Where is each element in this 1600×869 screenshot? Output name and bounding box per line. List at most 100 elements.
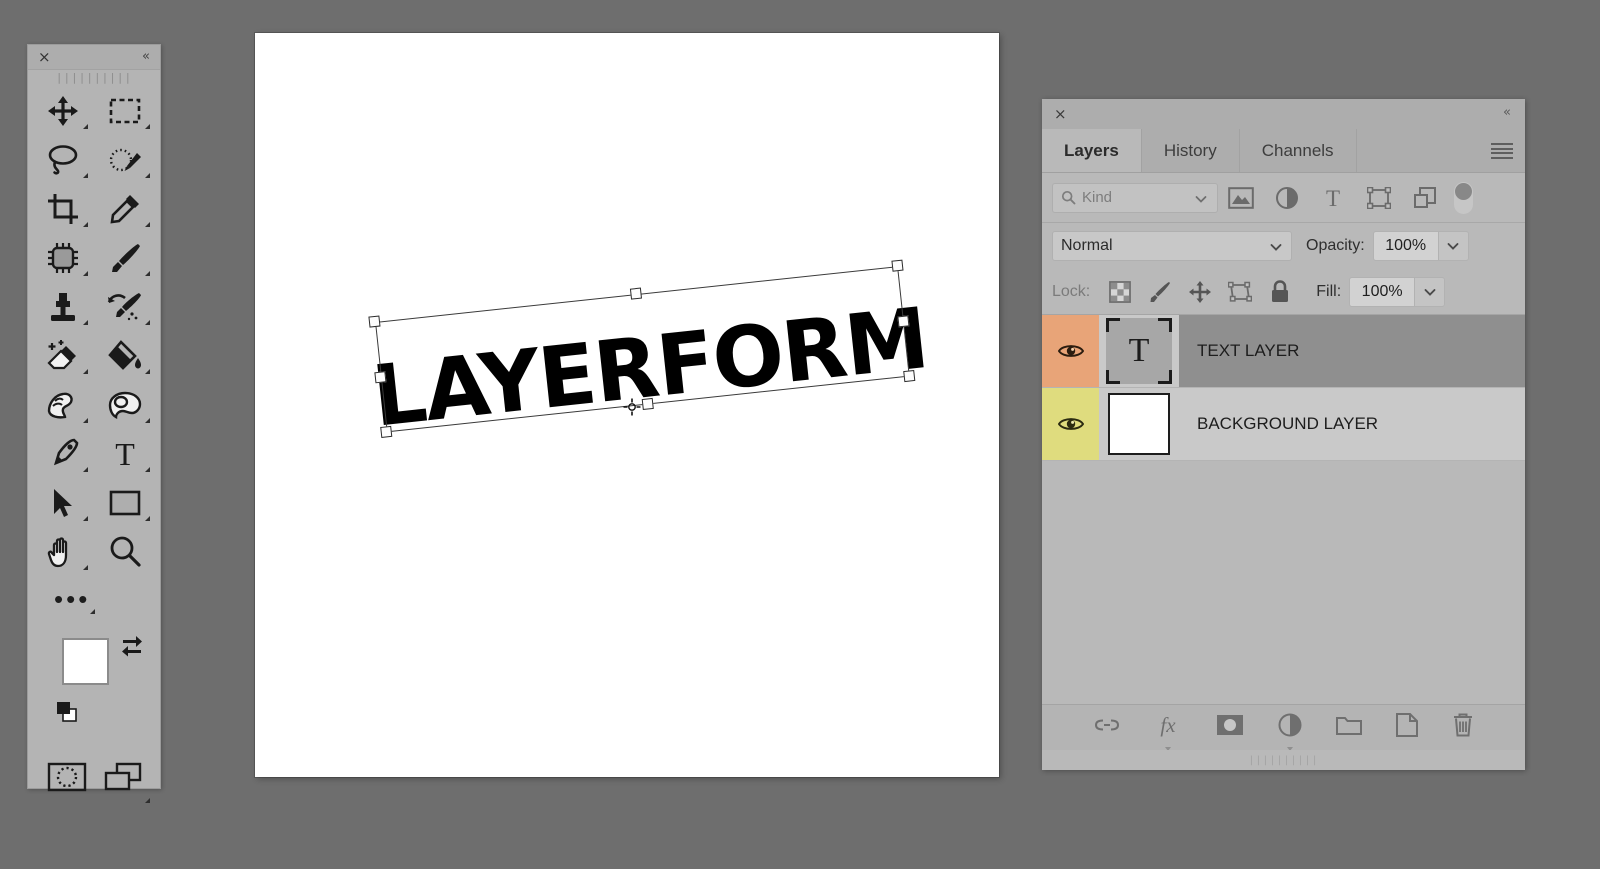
filter-adjustment-layers[interactable] (1264, 186, 1310, 210)
layer-name[interactable]: BACKGROUND LAYER (1179, 388, 1525, 460)
lock-icon (1272, 279, 1289, 302)
layer-name[interactable]: TEXT LAYER (1179, 315, 1525, 387)
text-layer-thumbnail: T (1106, 318, 1172, 384)
mask-icon (1216, 715, 1243, 735)
foreground-color-swatch[interactable] (62, 638, 109, 685)
blend-mode-select[interactable]: Normal (1052, 231, 1292, 261)
tool-overflow[interactable]: ••• (28, 576, 160, 622)
layer-thumbnail[interactable]: T (1099, 315, 1179, 387)
transform-handle-middle-right[interactable] (897, 314, 910, 327)
transform-handle-top-left[interactable] (368, 315, 381, 328)
zoom-tool[interactable] (94, 527, 156, 576)
pen-tool[interactable] (32, 429, 94, 478)
opacity-stepper[interactable] (1438, 231, 1469, 261)
patch-tool[interactable] (32, 233, 94, 282)
quick-selection-tool[interactable] (94, 135, 156, 184)
new-group-button[interactable] (1335, 714, 1362, 741)
tool-flyout-corner (145, 516, 150, 521)
add-layer-mask-button[interactable] (1216, 714, 1244, 741)
tab-channels[interactable]: Channels (1240, 129, 1357, 172)
transform-handle-bottom-left[interactable] (380, 425, 393, 438)
rectangle-shape-tool[interactable] (94, 478, 156, 527)
hamburger-menu-icon[interactable] (1491, 143, 1513, 159)
transform-pivot-icon[interactable] (623, 398, 641, 416)
fill-input[interactable]: 100% (1349, 276, 1416, 307)
link-icon (1094, 719, 1119, 731)
crop-tool[interactable] (32, 184, 94, 233)
panel-collapse-icon[interactable]: « (1503, 105, 1511, 121)
pen-icon (53, 438, 79, 465)
layers-panel[interactable]: × « Layers History Channels Kind T Norma… (1042, 99, 1525, 770)
paint-bucket-tool[interactable] (94, 331, 156, 380)
panel-resize-grip[interactable]: |||||||||| (1042, 750, 1525, 770)
history-brush-tool[interactable] (94, 282, 156, 331)
toggle-knob (1455, 182, 1472, 200)
tools-close-icon[interactable]: × (38, 49, 51, 65)
eraser-tool[interactable] (32, 331, 94, 380)
swap-colors-icon[interactable] (120, 634, 144, 658)
table-row[interactable]: BACKGROUND LAYER (1042, 388, 1525, 461)
layer-style-button[interactable]: fx (1154, 713, 1182, 751)
move-icon (1189, 280, 1212, 303)
transform-handle-top-right[interactable] (891, 259, 904, 272)
clone-stamp-tool[interactable] (32, 282, 94, 331)
blur-tool[interactable] (32, 380, 94, 429)
tool-grid: T (28, 84, 160, 576)
transform-bounding-box[interactable] (368, 259, 916, 438)
link-layers-button[interactable] (1094, 715, 1120, 740)
layer-visibility-toggle[interactable] (1042, 315, 1099, 387)
layer-list[interactable]: T TEXT LAYER BACKGROUND LAYER (1042, 315, 1525, 461)
dodge-tool[interactable] (94, 380, 156, 429)
new-adjustment-layer-button[interactable] (1278, 713, 1302, 751)
tools-panel[interactable]: × « |||||||||| T ••• (27, 44, 161, 803)
lock-position[interactable] (1180, 280, 1220, 304)
chevron-down-icon (1270, 244, 1282, 251)
tab-history[interactable]: History (1142, 129, 1240, 172)
filter-kind-select[interactable]: Kind (1052, 182, 1218, 213)
tab-layers[interactable]: Layers (1042, 129, 1142, 172)
lock-image-pixels[interactable] (1140, 280, 1180, 304)
layer-visibility-toggle[interactable] (1042, 388, 1099, 460)
delete-layer-button[interactable] (1452, 713, 1474, 742)
tools-collapse-icon[interactable]: « (142, 49, 150, 65)
tools-grip[interactable]: |||||||||| (28, 70, 160, 84)
layer-thumbnail[interactable] (1099, 388, 1179, 460)
transform-handle-bottom-right[interactable] (903, 369, 916, 383)
eye-icon (1057, 418, 1084, 430)
hand-tool[interactable] (32, 527, 94, 576)
transform-handle-bottom-center[interactable] (641, 397, 654, 411)
table-row[interactable]: T TEXT LAYER (1042, 315, 1525, 388)
fill-stepper[interactable] (1415, 276, 1446, 307)
brush-tool[interactable] (94, 233, 156, 282)
filter-type-layers[interactable]: T (1310, 186, 1356, 210)
tool-flyout-corner (83, 222, 88, 227)
adjustment-icon (1276, 186, 1298, 209)
default-colors-icon[interactable] (56, 700, 78, 722)
quick-mask-button[interactable] (47, 762, 87, 797)
panel-close-icon[interactable]: × (1054, 106, 1067, 122)
new-layer-button[interactable] (1395, 713, 1418, 742)
transform-handle-middle-left[interactable] (374, 370, 387, 383)
lock-artboard-nesting[interactable] (1220, 281, 1260, 303)
move-tool[interactable] (32, 86, 94, 135)
screen-mode-button[interactable] (104, 762, 150, 803)
filter-pixel-layers[interactable] (1218, 186, 1264, 209)
transform-handle-top-center[interactable] (629, 287, 643, 300)
lock-transparent-pixels[interactable] (1100, 280, 1140, 303)
lock-all[interactable] (1260, 279, 1300, 304)
opacity-input[interactable]: 100% (1372, 231, 1439, 261)
filter-enable-toggle[interactable] (1454, 181, 1473, 214)
filter-smart-objects[interactable] (1402, 186, 1448, 210)
type-tool[interactable]: T (94, 429, 156, 478)
marquee-icon (109, 98, 141, 123)
path-selection-tool[interactable] (32, 478, 94, 527)
tool-flyout-corner (83, 124, 88, 129)
brush-icon (1150, 281, 1171, 302)
tool-flyout-corner (83, 516, 88, 521)
rectangular-marquee-tool[interactable] (94, 86, 156, 135)
eyedropper-tool[interactable] (94, 184, 156, 233)
document-canvas[interactable]: LAYERFORM (255, 33, 999, 777)
layer-filter-row: Kind T (1042, 173, 1525, 223)
filter-shape-layers[interactable] (1356, 186, 1402, 209)
lasso-tool[interactable] (32, 135, 94, 184)
